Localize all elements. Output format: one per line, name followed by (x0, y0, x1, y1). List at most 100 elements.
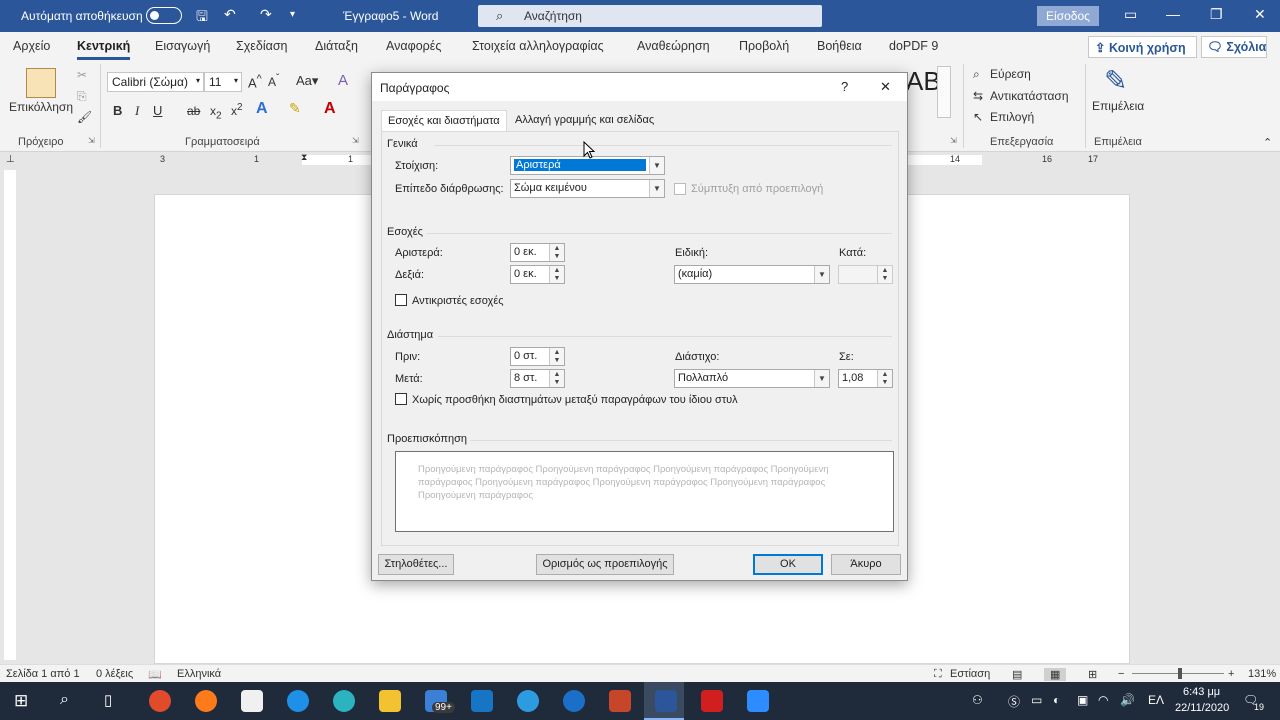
collapsed-checkbox[interactable] (674, 183, 686, 195)
task-view-icon[interactable]: ▯ (104, 691, 112, 709)
start-icon[interactable]: ⊞ (14, 691, 28, 711)
font-name-combo[interactable]: Calibri (Σώμα) ▾ (107, 72, 204, 92)
language-status[interactable]: Ελληνικά (177, 668, 221, 680)
superscript-icon[interactable]: x2 (231, 102, 243, 118)
undo-icon[interactable]: ↶ (224, 6, 236, 23)
tray-app-icon[interactable]: ▣ (1077, 693, 1088, 707)
zoom-out-icon[interactable]: − (1118, 668, 1124, 680)
spinner-arrows-icon[interactable]: ▲ ▼ (549, 370, 564, 387)
clock-time[interactable]: 6:43 μμ (1183, 686, 1220, 698)
ie-icon[interactable] (287, 690, 309, 712)
after-spinner[interactable]: 8 στ. ▲ ▼ (510, 369, 565, 388)
word-icon[interactable] (655, 690, 677, 712)
search-box[interactable]: ⌕ Αναζήτηση (478, 5, 822, 27)
tray-app-icon[interactable]: ▭ (1031, 693, 1042, 707)
mirror-indents-checkbox[interactable] (395, 294, 407, 306)
paste-label[interactable]: Επικόλληση (9, 100, 73, 114)
font-color-icon[interactable]: A (324, 100, 336, 118)
teams-icon[interactable] (517, 690, 539, 712)
maximize-icon[interactable]: ❐ (1210, 6, 1223, 23)
copy-icon[interactable]: ⎘ (77, 89, 87, 104)
search-icon[interactable]: ⌕ (60, 691, 69, 709)
customize-qat-icon[interactable]: ▾ (290, 9, 295, 20)
font-launcher-icon[interactable]: ⇲ (352, 136, 359, 145)
tab-line-page-breaks[interactable]: Αλλαγή γραμμής και σελίδας (509, 110, 660, 132)
tab-dopdf[interactable]: doPDF 9 (889, 39, 938, 53)
clock-date[interactable]: 22/11/2020 (1175, 702, 1229, 714)
change-case-icon[interactable]: Aa▾ (296, 73, 318, 89)
autosave-toggle[interactable] (146, 7, 182, 24)
spinner-arrows-icon[interactable]: ▲ ▼ (877, 266, 892, 283)
tab-references[interactable]: Αναφορές (386, 39, 441, 53)
firefox-icon[interactable] (195, 690, 217, 712)
chrome-icon[interactable] (149, 690, 171, 712)
close-icon[interactable]: ✕ (880, 79, 891, 95)
paste-icon[interactable] (26, 68, 56, 98)
proofing-icon[interactable]: 📖 (148, 668, 162, 681)
at-spinner[interactable]: 1,08 ▲ ▼ (838, 369, 893, 388)
styles-launcher-icon[interactable]: ⇲ (950, 136, 957, 145)
ribbon-display-icon[interactable]: ▭ (1124, 6, 1137, 23)
tab-indents-spacing[interactable]: Εσοχές και διαστήματα (381, 110, 507, 132)
replace-icon[interactable]: ⇆ (973, 89, 983, 103)
volume-icon[interactable]: 🔊 (1120, 693, 1135, 707)
share-button[interactable]: ⇪ Κοινή χρήση (1088, 36, 1197, 58)
zoom-in-icon[interactable]: + (1228, 668, 1234, 680)
tab-mailings[interactable]: Στοιχεία αλληλογραφίας (472, 39, 604, 53)
tabs-button[interactable]: Στηλοθέτες... (378, 554, 454, 575)
by-spinner[interactable]: ▲ ▼ (838, 265, 893, 284)
zoom-slider-thumb[interactable] (1178, 668, 1182, 679)
tab-view[interactable]: Προβολή (739, 39, 789, 53)
font-size-combo[interactable]: 11 ▾ (204, 72, 242, 92)
focus-icon[interactable]: ⛶ (934, 668, 942, 681)
tab-help[interactable]: Βοήθεια (817, 39, 862, 53)
file-explorer-icon[interactable] (379, 690, 401, 712)
tab-design[interactable]: Σχεδίαση (236, 39, 288, 53)
cut-icon[interactable]: ✂ (77, 68, 87, 82)
save-icon[interactable]: 🖫 (196, 6, 208, 30)
print-layout-icon[interactable]: ▦ (1044, 668, 1067, 681)
store-icon[interactable] (241, 690, 263, 712)
indent-left-spinner[interactable]: 0 εκ. ▲ ▼ (510, 243, 565, 262)
input-language[interactable]: ΕΛ (1148, 693, 1164, 707)
signin-button[interactable]: Είσοδος (1037, 6, 1099, 26)
clear-formatting-icon[interactable]: A (338, 72, 348, 89)
set-default-button[interactable]: Ορισμός ως προεπιλογής (536, 554, 674, 575)
zoom-icon[interactable] (747, 690, 769, 712)
spinner-arrows-icon[interactable]: ▲ ▼ (549, 348, 564, 365)
tab-insert[interactable]: Εισαγωγή (155, 39, 210, 53)
spinner-arrows-icon[interactable]: ▲ ▼ (877, 370, 892, 387)
comments-button[interactable]: 🗨 Σχόλια (1201, 36, 1267, 58)
minimize-icon[interactable]: — (1166, 6, 1180, 22)
find-button[interactable]: Εύρεση (990, 67, 1031, 81)
format-painter-icon[interactable]: 🖌 (77, 110, 92, 124)
redo-icon[interactable]: ↷ (260, 6, 272, 23)
help-icon[interactable]: ? (841, 79, 848, 94)
powerpoint-icon[interactable] (609, 690, 631, 712)
special-indent-select[interactable]: (καμία) ▼ (674, 265, 830, 284)
spinner-arrows-icon[interactable]: ▲ ▼ (549, 266, 564, 283)
styles-gallery[interactable]: AB (906, 66, 941, 97)
bold-icon[interactable]: B (113, 103, 122, 118)
subscript-icon[interactable]: x2 (210, 104, 222, 121)
focus-button[interactable]: Εστίαση (950, 668, 990, 680)
line-spacing-select[interactable]: Πολλαπλό ▼ (674, 369, 830, 388)
tab-file[interactable]: Αρχείο (13, 39, 50, 53)
tab-layout[interactable]: Διάταξη (315, 39, 358, 53)
read-mode-icon[interactable]: ▤ (1012, 668, 1022, 681)
indent-marker-icon[interactable]: ⧗ (301, 152, 307, 163)
ok-button[interactable]: OK (753, 554, 823, 575)
select-icon[interactable]: ↖ (973, 110, 983, 124)
edge-new-icon[interactable] (563, 690, 585, 712)
replace-button[interactable]: Αντικατάσταση (990, 89, 1069, 103)
styles-scroll[interactable] (937, 66, 951, 118)
clipboard-launcher-icon[interactable]: ⇲ (88, 136, 95, 145)
italic-icon[interactable]: I (135, 103, 139, 119)
editor-button[interactable]: Επιμέλεια (1092, 99, 1144, 113)
cancel-button[interactable]: Άκυρο (831, 554, 901, 575)
tab-selector-icon[interactable]: ⊥ (6, 154, 15, 165)
indent-right-spinner[interactable]: 0 εκ. ▲ ▼ (510, 265, 565, 284)
web-layout-icon[interactable]: ⊞ (1088, 668, 1097, 681)
text-effects-icon[interactable]: A (256, 100, 268, 118)
skype-icon[interactable]: Ⓢ (1008, 693, 1020, 710)
